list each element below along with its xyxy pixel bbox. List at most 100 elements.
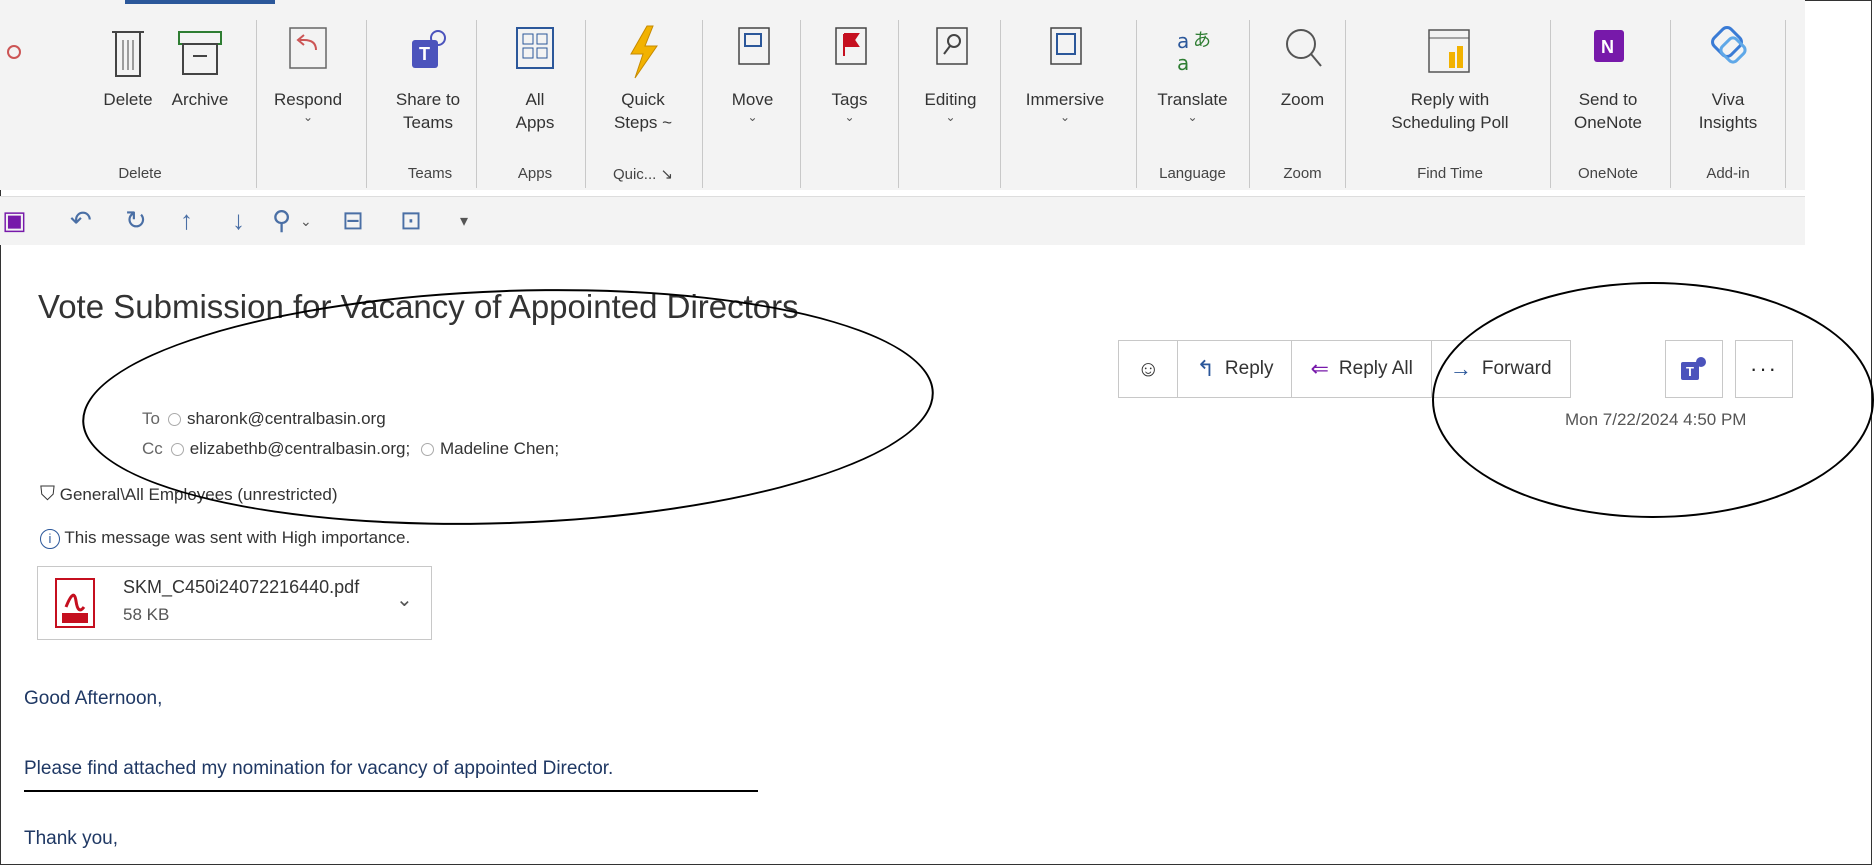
forward-button[interactable]: → Forward [1432, 341, 1570, 397]
chevron-down-icon[interactable]: ⌄ [396, 587, 413, 612]
ribbon-separator [1000, 20, 1001, 188]
reply-label: Reply [1224, 358, 1274, 379]
viva-insights-button[interactable]: Viva Insights [1683, 22, 1773, 162]
ribbon-separator [1345, 20, 1346, 188]
chevron-down-icon: ⌄ [1059, 110, 1071, 124]
svg-text:T: T [419, 44, 430, 64]
translate-label: Translate [1157, 90, 1228, 109]
reply-poll-label: Reply with Scheduling Poll [1391, 90, 1509, 132]
undo-icon[interactable]: ↶ [70, 205, 92, 236]
emoji-reaction-button[interactable]: ☺ [1119, 341, 1179, 397]
active-tab-indicator [125, 0, 275, 4]
chevron-down-icon: ⌄ [747, 110, 758, 124]
teams-chat-button[interactable]: T [1665, 340, 1723, 398]
cc-line: Cc elizabethb@centralbasin.org; Madeline … [142, 439, 559, 459]
body-text: Please find attached my nomination for v… [24, 758, 758, 792]
zoom-label: Zoom [1280, 90, 1325, 109]
cc-recipient[interactable]: elizabethb@centralbasin.org; [190, 439, 410, 458]
attachment-size: 58 KB [123, 605, 170, 624]
to-recipient[interactable]: sharonk@centralbasin.org [187, 409, 386, 428]
translate-button[interactable]: aあa Translate ⌄ [1145, 22, 1240, 162]
svg-text:a: a [1177, 29, 1189, 53]
delete-button[interactable]: Delete [88, 22, 168, 162]
importance-notice: i This message was sent with High import… [40, 528, 410, 549]
tags-label: Tags [831, 90, 868, 109]
attachment-name: SKM_C450i24072216440.pdf [123, 577, 360, 597]
group-label-apps: Apps [517, 165, 553, 182]
apps-grid-icon [516, 27, 554, 69]
group-label-addin: Add-in [1706, 165, 1750, 182]
more-actions-button[interactable]: ··· [1735, 340, 1793, 398]
info-icon: i [40, 529, 60, 549]
group-label-onenote: OneNote [1577, 165, 1639, 182]
immersive-reader-button[interactable]: Immersive ⌄ [1010, 22, 1120, 162]
send-to-onenote-label: Send to OneNote [1573, 90, 1643, 132]
svg-text:N: N [1601, 37, 1614, 57]
calendar-poll-icon [1428, 29, 1470, 73]
quick-steps-button[interactable]: Quick Steps ~ [598, 22, 688, 162]
forward-icon: → [1449, 356, 1472, 381]
presence-icon [170, 443, 184, 457]
reply-all-button[interactable]: ⇐ Reply All [1292, 341, 1432, 397]
teams-icon: T [1681, 357, 1706, 380]
presence-icon [420, 443, 434, 457]
viva-insights-icon [1711, 26, 1747, 64]
teams-icon: T [412, 30, 446, 68]
dialog-launcher-icon[interactable]: ↘ [660, 166, 673, 183]
ignore-junk-button[interactable] [0, 22, 30, 162]
archive-icon [178, 31, 222, 75]
cc-recipient[interactable]: Madeline Chen; [440, 439, 559, 458]
quick-access-toolbar: ▣ ↶ ↻ ↑ ↓ ⚲ ⌄ ⊟ ⊡ ▾ [0, 196, 1805, 245]
ribbon-separator [1136, 20, 1137, 188]
group-label-language: Language [1159, 165, 1226, 182]
group-label-quick-steps: Quic... ↘ [598, 165, 688, 183]
send-to-onenote-button[interactable]: N Send to OneNote [1558, 22, 1658, 162]
redo-icon[interactable]: ↻ [125, 205, 147, 236]
trash-icon [112, 31, 144, 77]
ribbon-separator [800, 20, 801, 188]
down-arrow-icon[interactable]: ↓ [232, 205, 245, 236]
ribbon-separator [256, 20, 257, 188]
viva-insights-label: Viva Insights [1698, 90, 1758, 132]
up-arrow-icon[interactable]: ↑ [180, 205, 193, 236]
ribbon-separator [1670, 20, 1671, 188]
reply-with-scheduling-poll-button[interactable]: Reply with Scheduling Poll [1365, 22, 1535, 162]
attachment-card[interactable]: SKM_C450i24072216440.pdf 58 KB ⌄ [37, 566, 432, 640]
body-greeting: Good Afternoon, [24, 688, 163, 709]
tags-button[interactable]: Tags ⌄ [812, 22, 887, 162]
share-to-teams-button[interactable]: T Share to Teams [383, 22, 473, 162]
reply-button[interactable]: ↰ Reply [1178, 341, 1293, 397]
archive-button[interactable]: Archive [160, 22, 240, 162]
sensitivity-label: ⛉ General\All Employees (unrestricted) [40, 483, 338, 506]
svg-text:a: a [1177, 51, 1189, 75]
save-icon[interactable]: ▣ [2, 205, 27, 236]
forward-label: Forward [1481, 358, 1552, 379]
editing-button[interactable]: Editing ⌄ [908, 22, 993, 162]
move-label: Move [731, 90, 774, 109]
move-to-folder-icon[interactable]: ⊡ [400, 205, 422, 236]
respond-button[interactable]: Respond ⌄ [268, 22, 348, 162]
importance-text: This message was sent with High importan… [64, 528, 411, 547]
all-apps-label: All Apps [515, 90, 555, 132]
onenote-icon: N [1594, 30, 1624, 62]
customize-toolbar-icon[interactable]: ▾ [460, 211, 468, 231]
presence-icon [167, 413, 181, 427]
chevron-down-icon[interactable]: ⌄ [300, 213, 312, 230]
ribbon-separator [476, 20, 477, 188]
all-apps-button[interactable]: All Apps [500, 22, 570, 162]
quick-steps-label: Quick Steps ~ [613, 90, 673, 132]
ellipsis-icon: ··· [1750, 356, 1778, 381]
group-label-quick: Quic... [612, 166, 657, 183]
zoom-button[interactable]: Zoom [1265, 22, 1340, 162]
rules-icon[interactable]: ⚲ [272, 205, 291, 236]
reply-all-icon: ⇐ [1310, 356, 1329, 381]
print-icon[interactable]: ⊟ [342, 205, 364, 236]
svg-text:あ: あ [1193, 30, 1211, 51]
move-button[interactable]: Move ⌄ [715, 22, 790, 162]
ribbon-separator [898, 20, 899, 188]
sensitivity-text: General\All Employees (unrestricted) [59, 485, 338, 504]
ribbon-separator [1785, 20, 1786, 188]
ribbon-separator [1550, 20, 1551, 188]
group-label-zoom: Zoom [1283, 165, 1322, 182]
ribbon-separator [585, 20, 586, 188]
